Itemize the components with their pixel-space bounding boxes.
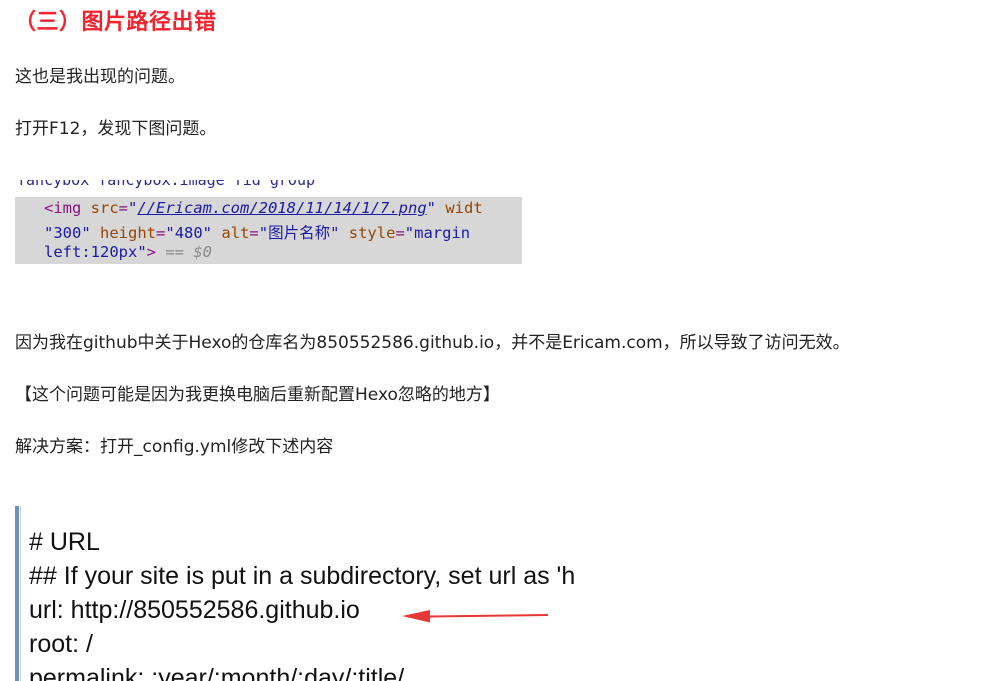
code-line-3: left:120px"> == $0 bbox=[44, 243, 212, 261]
editor-gutter-line bbox=[20, 506, 21, 681]
devtools-screenshot: fancybox fancybox:image fid group <img s… bbox=[15, 180, 522, 264]
paragraph-2: 打开F12，发现下图问题。 bbox=[15, 119, 217, 139]
devtools-top-fragment: fancybox fancybox:image fid group bbox=[15, 180, 522, 197]
paragraph-1: 这也是我出现的问题。 bbox=[15, 67, 185, 87]
devtools-top-text: fancybox fancybox:image fid group bbox=[17, 180, 316, 189]
config-screenshot: # URL ## If your site is put in a subdir… bbox=[15, 506, 635, 681]
code-selected-marker: == $0 bbox=[165, 243, 213, 261]
paragraph-5: 解决方案：打开_config.yml修改下述内容 bbox=[15, 437, 334, 457]
code-attr-alt: alt bbox=[221, 224, 250, 242]
section-heading: （三）图片路径出错 bbox=[14, 10, 217, 35]
paragraph-4: 【这个问题可能是因为我更换电脑后重新配置Hexo忽略的地方】 bbox=[15, 385, 500, 405]
code-attr-width: widt bbox=[445, 199, 483, 217]
paragraph-3: 因为我在github中关于Hexo的仓库名为850552586.github.i… bbox=[15, 333, 850, 353]
code-attr-src: src bbox=[90, 199, 119, 217]
code-attr-height: height bbox=[100, 224, 157, 242]
config-line: ## If your site is put in a subdirectory… bbox=[29, 562, 576, 590]
config-line: root: / bbox=[29, 630, 93, 658]
code-line-1: <img src="//Ericam.com/2018/11/14/1/7.pn… bbox=[44, 199, 483, 217]
code-height-value: "480" bbox=[165, 224, 213, 242]
code-line-2: "300" height="480" alt="图片名称" style="mar… bbox=[44, 224, 471, 242]
devtools-code-block: <img src="//Ericam.com/2018/11/14/1/7.pn… bbox=[15, 197, 522, 264]
code-width-value: "300" bbox=[44, 224, 91, 242]
config-line: permalink: :year/:month/:day/:title/ bbox=[29, 664, 405, 681]
editor-gutter-bar bbox=[15, 506, 19, 681]
config-line: # URL bbox=[29, 528, 100, 556]
config-url-line: url: http://850552586.github.io bbox=[29, 596, 360, 624]
code-style-continued: left:120px" bbox=[44, 243, 147, 261]
code-tag-open: <img bbox=[44, 199, 82, 217]
code-style-value: "margin bbox=[404, 224, 471, 242]
code-alt-value: 图片名称 bbox=[268, 224, 331, 242]
red-arrow-icon bbox=[402, 610, 548, 623]
code-tag-close: > bbox=[146, 243, 156, 261]
code-src-link[interactable]: //Ericam.com/2018/11/14/1/7.png bbox=[137, 199, 426, 217]
code-attr-style: style bbox=[348, 224, 396, 242]
